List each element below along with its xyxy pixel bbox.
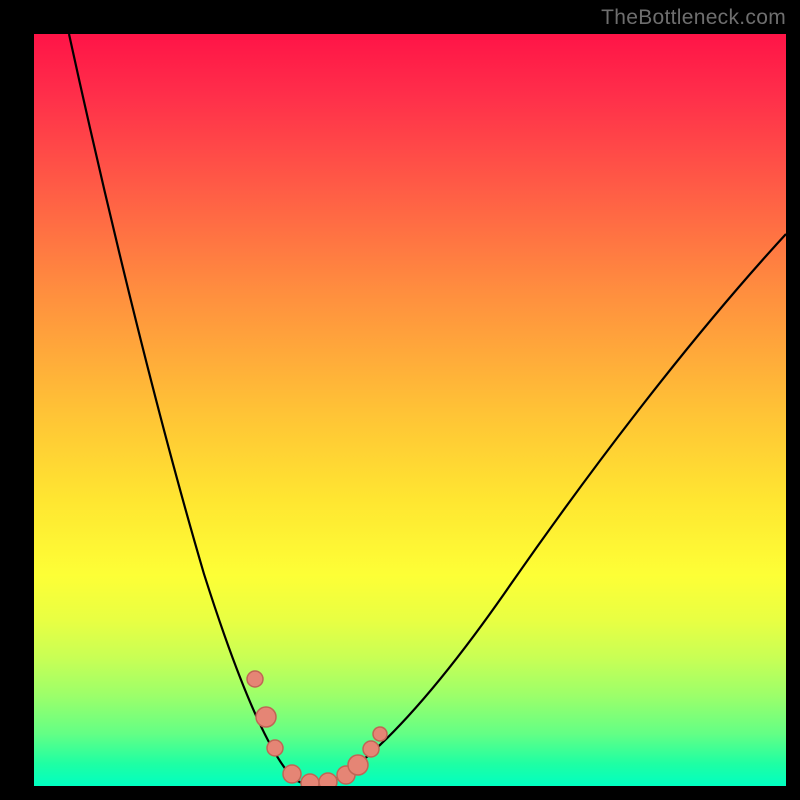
data-marker [301,774,319,786]
data-marker [283,765,301,783]
plot-area [34,34,786,786]
data-marker [363,741,379,757]
chart-frame: TheBottleneck.com [0,0,800,800]
data-marker [256,707,276,727]
data-marker [348,755,368,775]
data-marker [319,773,337,786]
data-marker [247,671,263,687]
curve-layer [34,34,786,786]
data-marker [267,740,283,756]
marker-group [247,671,387,786]
data-marker [373,727,387,741]
bottleneck-curve [69,34,786,785]
watermark-text: TheBottleneck.com [601,6,786,30]
